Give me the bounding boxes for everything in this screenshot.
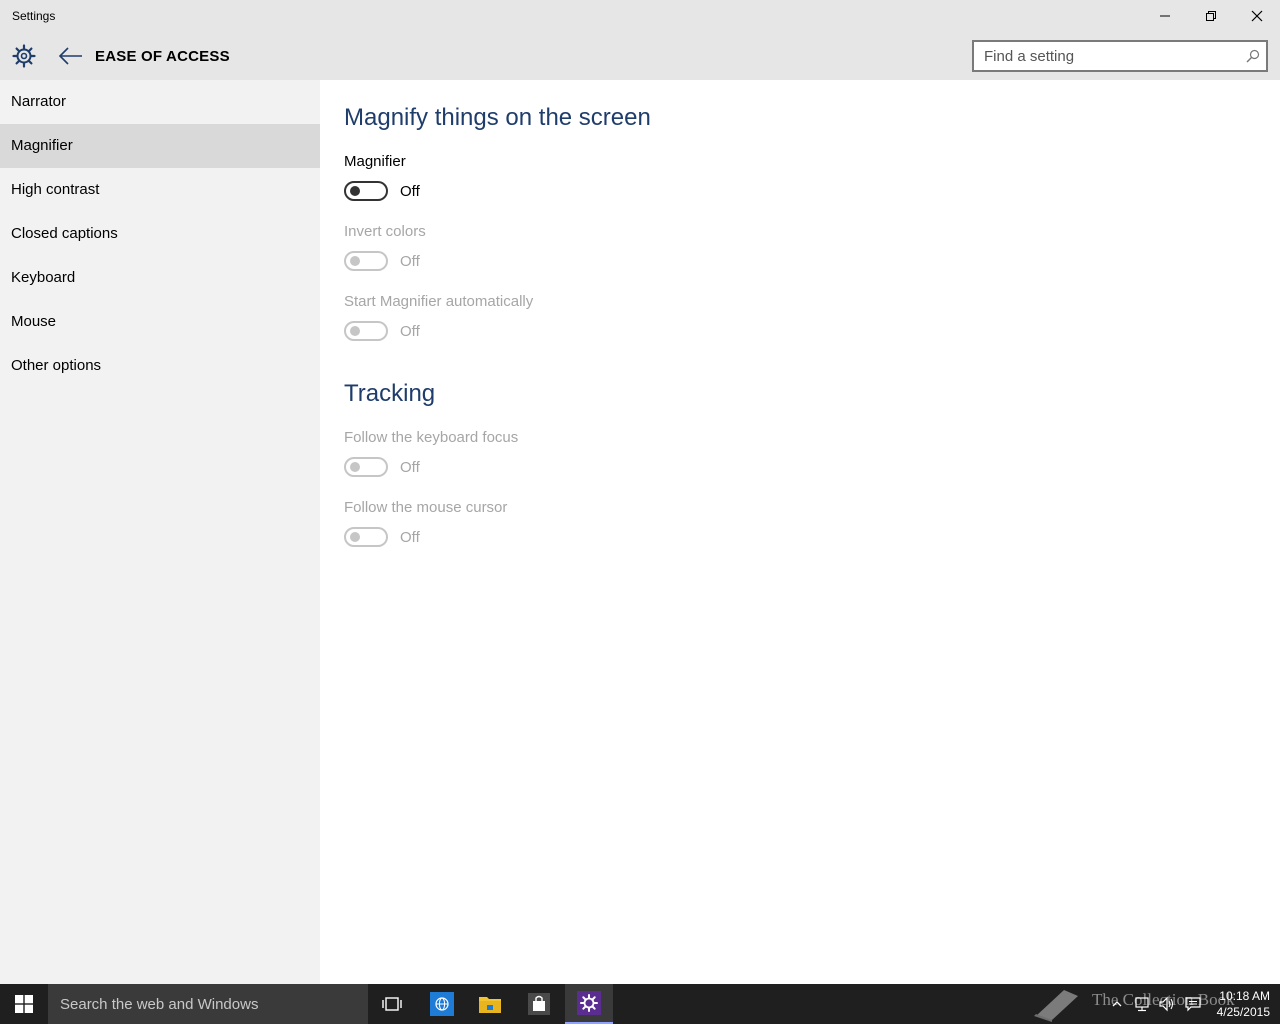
start-button[interactable] — [0, 984, 48, 1024]
title-bar: Settings — [0, 0, 1280, 32]
setting-label-keyboard-focus: Follow the keyboard focus — [344, 429, 519, 446]
toggle-knob — [350, 532, 360, 542]
toggle-knob — [350, 256, 360, 266]
taskbar-search-placeholder: Search the web and Windows — [60, 996, 259, 1013]
sidebar: Narrator Magnifier High contrast Closed … — [0, 80, 320, 984]
restore-icon — [1206, 11, 1216, 21]
magnifier-toggle-state: Off — [400, 183, 420, 200]
taskbar-store[interactable] — [515, 984, 563, 1024]
browser-globe-icon — [430, 992, 454, 1016]
gear-icon — [12, 44, 36, 68]
invert-colors-toggle-state: Off — [400, 253, 420, 270]
setting-label-magnifier: Magnifier — [344, 153, 406, 170]
magnifier-toggle[interactable] — [344, 181, 388, 201]
taskbar-browser[interactable] — [418, 984, 466, 1024]
window-title: Settings — [12, 9, 56, 23]
minimize-icon — [1160, 15, 1170, 17]
windows-logo-icon — [15, 995, 33, 1013]
volume-icon[interactable] — [1158, 996, 1176, 1012]
sidebar-item-mouse[interactable]: Mouse — [0, 300, 320, 344]
keyboard-focus-toggle-state: Off — [400, 459, 420, 476]
start-automatically-toggle-state: Off — [400, 323, 420, 340]
restore-button[interactable] — [1188, 0, 1234, 32]
taskbar-settings[interactable] — [565, 984, 613, 1024]
store-bag-icon — [528, 993, 550, 1015]
main-content: Magnify things on the screen Magnifier O… — [320, 80, 1280, 984]
mouse-cursor-toggle-state: Off — [400, 529, 420, 546]
task-view-icon — [382, 997, 402, 1011]
keyboard-focus-toggle[interactable] — [344, 457, 388, 477]
sidebar-item-keyboard[interactable]: Keyboard — [0, 256, 320, 300]
search-box[interactable] — [972, 40, 1268, 72]
sidebar-item-closed-captions[interactable]: Closed captions — [0, 212, 320, 256]
task-view-button[interactable] — [368, 984, 416, 1024]
taskbar: Search the web and Windows The Collectio… — [0, 984, 1280, 1024]
start-automatically-toggle[interactable] — [344, 321, 388, 341]
section-heading-magnify: Magnify things on the screen — [344, 104, 651, 131]
search-input[interactable] — [984, 47, 1234, 65]
taskbar-search-box[interactable]: Search the web and Windows — [48, 984, 368, 1024]
setting-label-start-automatically: Start Magnifier automatically — [344, 293, 534, 310]
folder-icon — [479, 997, 501, 1013]
clock-time: 10:18 AM — [1219, 989, 1270, 1003]
action-center-icon[interactable] — [1184, 996, 1202, 1012]
section-heading-tracking: Tracking — [344, 380, 436, 407]
setting-label-invert-colors: Invert colors — [344, 223, 426, 240]
close-button[interactable] — [1234, 0, 1280, 32]
setting-label-mouse-cursor: Follow the mouse cursor — [344, 499, 508, 516]
chevron-up-icon[interactable] — [1112, 996, 1122, 1012]
taskbar-clock[interactable]: 10:18 AM 4/25/2015 — [1206, 988, 1270, 1020]
invert-colors-toggle[interactable] — [344, 251, 388, 271]
sidebar-item-magnifier[interactable]: Magnifier — [0, 124, 320, 168]
sidebar-item-narrator[interactable]: Narrator — [0, 80, 320, 124]
search-icon[interactable] — [1246, 49, 1260, 63]
mouse-cursor-toggle[interactable] — [344, 527, 388, 547]
toggle-knob — [350, 326, 360, 336]
back-arrow-icon[interactable] — [58, 44, 84, 68]
toggle-knob — [350, 186, 360, 196]
settings-header: EASE OF ACCESS — [0, 32, 1280, 80]
page-title: EASE OF ACCESS — [95, 48, 230, 65]
close-icon — [1251, 10, 1263, 22]
minimize-button[interactable] — [1142, 0, 1188, 32]
clock-date: 4/25/2015 — [1216, 1005, 1270, 1019]
network-icon[interactable] — [1134, 996, 1152, 1012]
settings-gear-icon — [577, 991, 601, 1015]
toggle-knob — [350, 462, 360, 472]
sidebar-item-high-contrast[interactable]: High contrast — [0, 168, 320, 212]
taskbar-file-explorer[interactable] — [466, 984, 514, 1024]
sidebar-item-other-options[interactable]: Other options — [0, 344, 320, 388]
